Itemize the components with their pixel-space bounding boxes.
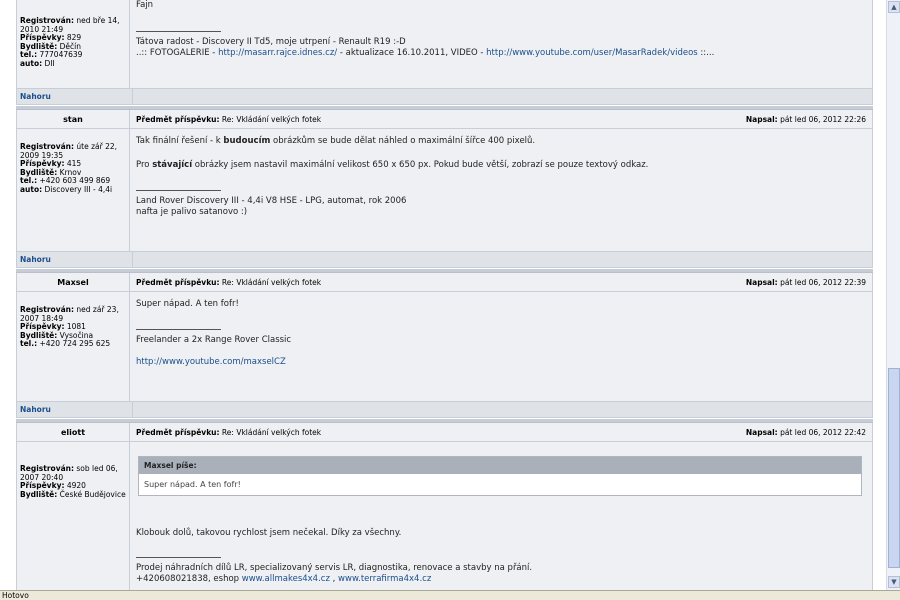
signature: Prodej náhradních dílů LR, specializovan… bbox=[136, 563, 533, 573]
post-paragraph: Super nápad. A ten fofr! bbox=[136, 299, 239, 309]
post-author-name[interactable]: Maxsel bbox=[17, 273, 129, 292]
top-link[interactable]: Nahoru bbox=[17, 402, 133, 417]
post: Registrován: ned bře 14, 2010 21:49 Přís… bbox=[16, 0, 873, 88]
post-content: Tak finální řešení - k budoucím obrázkům… bbox=[130, 129, 872, 218]
user-info: Registrován: úte zář 22, 2009 19:35 Přís… bbox=[20, 142, 118, 194]
post-date: Napsal: pát led 06, 2012 22:42 bbox=[745, 427, 866, 437]
post: stan Registrován: úte zář 22, 2009 19:35… bbox=[16, 110, 873, 251]
status-text: Hotovo bbox=[2, 591, 29, 600]
post-body-column: Předmět příspěvku: Re: Vkládání velkých … bbox=[130, 273, 872, 401]
signature-divider bbox=[136, 31, 221, 32]
scroll-down-icon[interactable]: ▼ bbox=[888, 576, 900, 588]
post-subject: Předmět příspěvku: Re: Vkládání velkých … bbox=[136, 277, 322, 287]
post-footer: Nahoru bbox=[16, 401, 873, 418]
status-bar: Hotovo bbox=[0, 590, 900, 600]
quote-text: Super nápad. A ten fofr! bbox=[144, 480, 241, 489]
post-author-column: Maxsel Registrován: ned zář 23, 2007 18:… bbox=[17, 273, 130, 401]
post-footer: Nahoru bbox=[16, 88, 873, 105]
post-header: Předmět příspěvku: Re: Vkládání velkých … bbox=[130, 423, 872, 442]
eshop-link[interactable]: www.terrafirma4x4.cz bbox=[338, 574, 431, 584]
signature: +420608021838, eshop www.allmakes4x4.cz … bbox=[136, 574, 432, 584]
youtube-link[interactable]: http://www.youtube.com/maxselCZ bbox=[136, 357, 866, 368]
post-paragraph: Tak finální řešení - k budoucím obrázkům… bbox=[136, 136, 536, 146]
quote-block: Maxsel píše: Super nápad. A ten fofr! bbox=[138, 456, 862, 496]
post-date: Napsal: pát led 06, 2012 22:39 bbox=[745, 277, 866, 287]
eshop-link[interactable]: www.allmakes4x4.cz bbox=[242, 574, 330, 584]
forum-topic: Registrován: ned bře 14, 2010 21:49 Přís… bbox=[16, 0, 873, 590]
post-subject: Předmět příspěvku: Re: Vkládání velkých … bbox=[136, 114, 322, 124]
post-author-column: stan Registrován: úte zář 22, 2009 19:35… bbox=[17, 110, 130, 251]
signature: ..:: FOTOGALERIE - http://masarr.rajce.i… bbox=[136, 48, 715, 58]
post-header: Předmět příspěvku: Re: Vkládání velkých … bbox=[130, 273, 872, 292]
top-link[interactable]: Nahoru bbox=[17, 252, 133, 267]
post-subject: Předmět příspěvku: Re: Vkládání velkých … bbox=[136, 427, 322, 437]
post-body-column: Předmět příspěvku: Re: Vkládání velkých … bbox=[130, 423, 872, 590]
post-author-name[interactable]: eliott bbox=[17, 423, 129, 442]
post-author-column: eliott Registrován: sob led 06, 2007 20:… bbox=[17, 423, 130, 590]
gallery-link[interactable]: http://masarr.rajce.idnes.cz/ bbox=[218, 48, 337, 58]
user-info: Registrován: ned bře 14, 2010 21:49 Přís… bbox=[20, 16, 120, 68]
video-link[interactable]: http://www.youtube.com/user/MasarRadek/v… bbox=[486, 48, 698, 58]
signature-divider bbox=[136, 329, 221, 330]
top-link[interactable]: Nahoru bbox=[17, 89, 133, 104]
page-viewport: Registrován: ned bře 14, 2010 21:49 Přís… bbox=[0, 0, 886, 590]
post-author-name[interactable]: stan bbox=[17, 110, 129, 129]
post: Maxsel Registrován: ned zář 23, 2007 18:… bbox=[16, 273, 873, 401]
post-body-column: Fajn Tátova radost - Discovery II Td5, m… bbox=[130, 0, 872, 88]
post-content: Fajn Tátova radost - Discovery II Td5, m… bbox=[130, 0, 872, 59]
signature: nafta je palivo satanovo :) bbox=[136, 207, 248, 217]
post-paragraph: Pro stávající obrázky jsem nastavil maxi… bbox=[136, 160, 649, 170]
scroll-up-icon[interactable]: ▲ bbox=[888, 1, 900, 13]
post-header: Předmět příspěvku: Re: Vkládání velkých … bbox=[130, 110, 872, 129]
signature: Land Rover Discovery III - 4,4i V8 HSE -… bbox=[136, 196, 407, 206]
user-info: Registrován: ned zář 23, 2007 18:49 Přís… bbox=[20, 305, 119, 348]
post-footer: Nahoru bbox=[16, 251, 873, 268]
post-body-column: Předmět příspěvku: Re: Vkládání velkých … bbox=[130, 110, 872, 251]
post-content: Super nápad. A ten fofr! Freelander a 2x… bbox=[130, 292, 872, 368]
scrollbar-thumb[interactable] bbox=[888, 368, 900, 568]
user-info: Registrován: sob led 06, 2007 20:40 Přís… bbox=[20, 464, 126, 499]
signature-divider bbox=[136, 190, 221, 191]
post: eliott Registrován: sob led 06, 2007 20:… bbox=[16, 423, 873, 590]
signature-divider bbox=[136, 557, 221, 558]
post-content: Maxsel píše: Super nápad. A ten fofr! Kl… bbox=[130, 442, 872, 585]
post-date: Napsal: pát led 06, 2012 22:26 bbox=[745, 114, 866, 124]
post-paragraph: Klobouk dolů, takovou rychlost jsem neče… bbox=[136, 528, 402, 538]
quote-author: Maxsel píše: bbox=[139, 457, 861, 474]
signature: Tátova radost - Discovery II Td5, moje u… bbox=[136, 37, 406, 47]
signature: Freelander a 2x Range Rover Classic bbox=[136, 335, 292, 345]
post-author-column: Registrován: ned bře 14, 2010 21:49 Přís… bbox=[17, 0, 130, 88]
vertical-scrollbar[interactable]: ▲ ▼ bbox=[886, 0, 900, 590]
